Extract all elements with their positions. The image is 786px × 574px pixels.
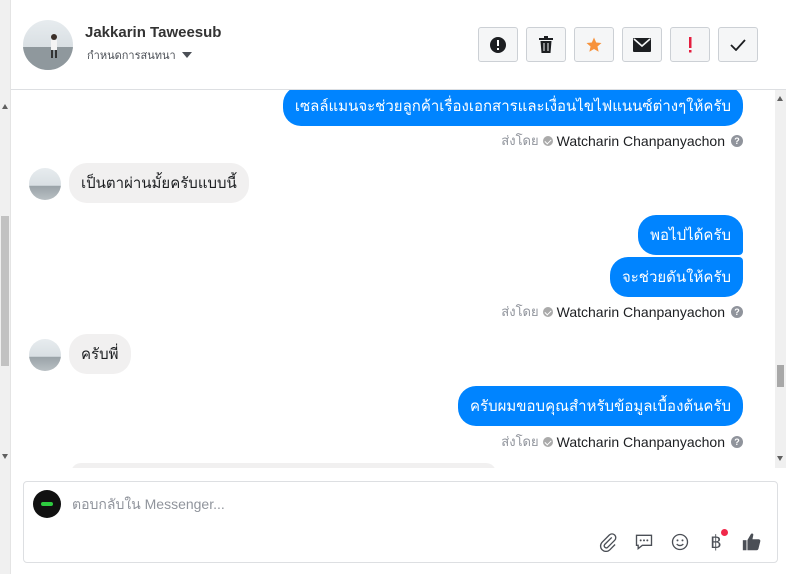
sent-by-line: ส่งโดย Watcharin Chanpanyachon ? bbox=[501, 431, 743, 452]
reply-composer: ฿ bbox=[23, 481, 778, 563]
exclamation-icon bbox=[689, 36, 692, 52]
checkmark-icon bbox=[730, 38, 746, 51]
sender-name: Watcharin Chanpanyachon bbox=[556, 303, 725, 320]
caret-down-icon bbox=[181, 52, 192, 58]
messenger-window: Jakkarin Taweesub กำหนดการสนทนา เซลล์แมน… bbox=[0, 0, 786, 574]
mark-unread-button[interactable] bbox=[622, 27, 662, 62]
sender-name: Watcharin Chanpanyachon bbox=[556, 433, 725, 450]
incoming-message[interactable]: เป็นตาผ่านมั้ยครับแบบนี้ bbox=[69, 163, 249, 203]
trash-icon bbox=[539, 35, 553, 53]
help-icon[interactable]: ? bbox=[731, 305, 743, 318]
payment-button[interactable]: ฿ bbox=[703, 529, 729, 555]
mark-done-button[interactable] bbox=[718, 27, 758, 62]
scrollbar-thumb[interactable] bbox=[1, 216, 9, 366]
scroll-up-arrow-icon[interactable] bbox=[777, 96, 783, 101]
message-thread[interactable]: เซลล์แมนจะช่วยลูกค้าเรื่องเอกสารและเงื่อ… bbox=[11, 90, 775, 468]
contact-avatar[interactable] bbox=[23, 20, 73, 70]
spam-button[interactable] bbox=[670, 27, 710, 62]
star-icon bbox=[586, 37, 602, 52]
scroll-up-arrow-icon[interactable] bbox=[2, 104, 8, 109]
page-scrollbar[interactable] bbox=[0, 0, 11, 574]
verified-check-icon bbox=[542, 306, 553, 317]
conversation-settings-label: กำหนดการสนทนา bbox=[87, 50, 176, 62]
contact-name[interactable]: Jakkarin Taweesub bbox=[85, 24, 221, 41]
saved-replies-button[interactable] bbox=[631, 529, 657, 555]
thumbs-up-icon bbox=[742, 533, 761, 551]
sent-by-label: ส่งโดย bbox=[501, 133, 539, 148]
emoji-button[interactable] bbox=[667, 529, 693, 555]
conversation-actions bbox=[478, 27, 758, 62]
notification-dot bbox=[721, 529, 728, 536]
incoming-message-partial[interactable] bbox=[71, 463, 496, 468]
verified-check-icon bbox=[542, 135, 553, 146]
conversation-header: Jakkarin Taweesub กำหนดการสนทนา bbox=[11, 0, 786, 90]
page-avatar bbox=[33, 490, 61, 518]
paperclip-icon bbox=[599, 533, 617, 552]
smiley-icon bbox=[671, 533, 689, 551]
star-button[interactable] bbox=[574, 27, 614, 62]
delete-button[interactable] bbox=[526, 27, 566, 62]
like-button[interactable] bbox=[739, 529, 765, 555]
scrollbar-thumb[interactable] bbox=[777, 365, 784, 387]
help-icon[interactable]: ? bbox=[731, 134, 743, 147]
sender-name: Watcharin Chanpanyachon bbox=[556, 132, 725, 149]
sent-by-label: ส่งโดย bbox=[501, 434, 539, 449]
outgoing-message[interactable]: พอไปได้ครับ bbox=[638, 215, 743, 255]
report-button[interactable] bbox=[478, 27, 518, 62]
contact-avatar-small bbox=[29, 339, 61, 371]
incoming-message[interactable]: ครับพี่ bbox=[69, 334, 131, 374]
exclamation-circle-icon bbox=[490, 36, 506, 53]
conversation-settings-dropdown[interactable]: กำหนดการสนทนา bbox=[87, 46, 192, 64]
sent-by-line: ส่งโดย Watcharin Chanpanyachon ? bbox=[501, 301, 743, 322]
outgoing-message[interactable]: ครับผมขอบคุณสำหรับข้อมูลเบื้องต้นครับ bbox=[458, 386, 743, 426]
outgoing-message[interactable]: เซลล์แมนจะช่วยลูกค้าเรื่องเอกสารและเงื่อ… bbox=[282, 90, 743, 126]
reply-input[interactable] bbox=[72, 496, 572, 512]
help-icon[interactable]: ? bbox=[731, 435, 743, 448]
attach-button[interactable] bbox=[595, 529, 621, 555]
scroll-down-arrow-icon[interactable] bbox=[2, 454, 8, 459]
speech-bubble-icon bbox=[635, 534, 653, 551]
verified-check-icon bbox=[542, 436, 553, 447]
scroll-down-arrow-icon[interactable] bbox=[777, 456, 783, 461]
sent-by-label: ส่งโดย bbox=[501, 304, 539, 319]
outgoing-message[interactable]: จะช่วยดันให้ครับ bbox=[609, 257, 743, 297]
sent-by-line: ส่งโดย Watcharin Chanpanyachon ? bbox=[501, 130, 743, 151]
contact-avatar-small bbox=[29, 168, 61, 200]
composer-tools: ฿ bbox=[595, 529, 765, 555]
envelope-icon bbox=[633, 37, 651, 52]
baht-icon: ฿ bbox=[710, 531, 722, 552]
thread-scrollbar[interactable] bbox=[775, 90, 786, 468]
